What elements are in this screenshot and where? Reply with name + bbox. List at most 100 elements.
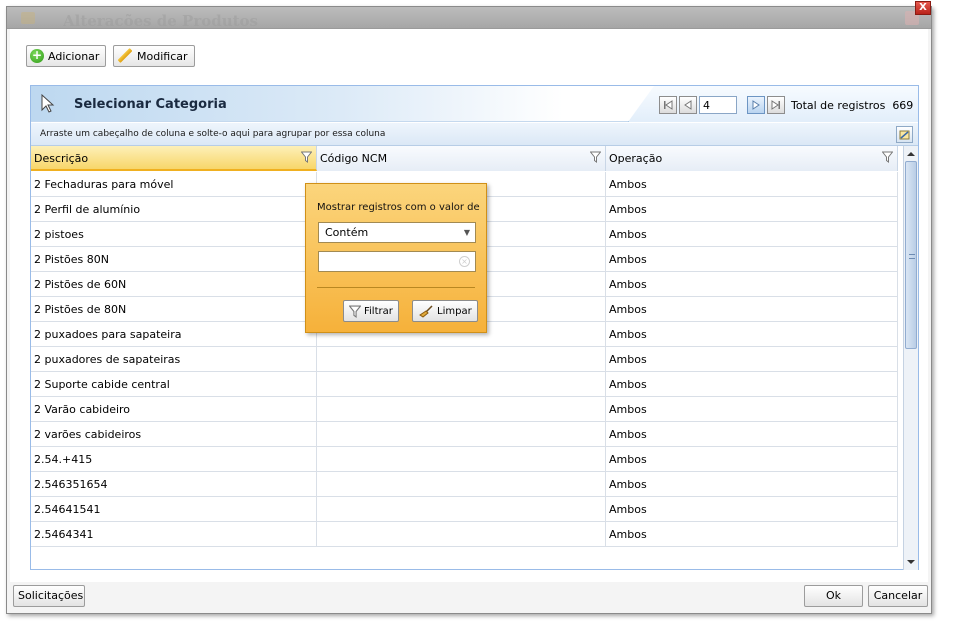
grid-header: Descrição Código NCM Operação — [31, 146, 898, 171]
total-records-value: 669 — [892, 99, 914, 112]
scroll-down-icon[interactable] — [906, 557, 916, 567]
table-row[interactable]: 2.5464341 Ambos — [31, 522, 898, 547]
cell-descricao: 2.54641541 — [31, 497, 317, 522]
column-header-descricao-label: Descrição — [34, 152, 89, 165]
filter-value-input[interactable] — [318, 251, 476, 272]
prev-page-icon — [684, 100, 692, 110]
cell-ncm — [317, 522, 606, 547]
panel-title: Selecionar Categoria — [74, 97, 227, 112]
edit-button-label: Modificar — [137, 49, 188, 63]
column-header-operacao[interactable]: Operação — [606, 146, 898, 171]
clear-input-icon[interactable]: × — [459, 256, 470, 267]
filter-icon[interactable] — [882, 151, 893, 163]
table-row[interactable]: 2.54.+415 Ambos — [31, 447, 898, 472]
cell-operacao: Ambos — [606, 422, 898, 447]
cell-descricao: 2.5464341 — [31, 522, 317, 547]
last-page-button[interactable] — [767, 96, 785, 114]
title-bar[interactable]: Alterações de Produtos — [7, 7, 931, 29]
scrollbar-grip-icon — [909, 254, 915, 259]
filter-icon — [349, 305, 361, 318]
clear-button-label: Limpar — [437, 305, 472, 317]
cell-descricao: 2 puxadoes para sapateira — [31, 322, 317, 347]
scrollbar-thumb[interactable] — [905, 161, 917, 349]
first-page-button[interactable] — [659, 96, 677, 114]
filter-popup: Mostrar registros com o valor de Contém … — [305, 183, 487, 333]
close-button[interactable]: X — [915, 1, 931, 15]
filter-button[interactable]: Filtrar — [343, 300, 399, 322]
clear-button[interactable]: Limpar — [412, 300, 478, 322]
cell-descricao: 2 Pistões de 80N — [31, 297, 317, 322]
app-icon — [21, 12, 35, 24]
table-row[interactable]: 2 puxadores de sapateiras Ambos — [31, 347, 898, 372]
cell-operacao: Ambos — [606, 247, 898, 272]
pencil-icon — [117, 48, 133, 64]
cell-ncm — [317, 447, 606, 472]
cell-operacao: Ambos — [606, 372, 898, 397]
filter-icon[interactable] — [301, 151, 312, 163]
next-page-icon — [752, 100, 760, 110]
chevron-down-icon: ▼ — [463, 228, 470, 237]
add-button[interactable]: + Adicionar — [26, 45, 107, 67]
cell-descricao: 2 Pistões 80N — [31, 247, 317, 272]
column-header-ncm-label: Código NCM — [320, 152, 388, 165]
cell-operacao: Ambos — [606, 322, 898, 347]
edit-button[interactable]: Modificar — [113, 45, 195, 67]
cell-descricao: 2 puxadores de sapateiras — [31, 347, 317, 372]
group-by-hint: Arraste um cabeçalho de coluna e solte-o… — [40, 129, 386, 139]
vertical-scrollbar[interactable] — [903, 146, 918, 570]
filter-popup-title: Mostrar registros com o valor de — [317, 202, 480, 213]
cell-descricao: 2 Varão cabideiro — [31, 397, 317, 422]
panel-header: Selecionar Categoria 4 Total de registro… — [31, 86, 918, 122]
cell-descricao: 2.546351654 — [31, 472, 317, 497]
total-records: Total de registros 669 — [791, 99, 913, 112]
cell-ncm — [317, 472, 606, 497]
cell-operacao: Ambos — [606, 497, 898, 522]
cell-operacao: Ambos — [606, 197, 898, 222]
add-button-label: Adicionar — [48, 49, 100, 63]
cell-operacao: Ambos — [606, 297, 898, 322]
cell-descricao: 2.54.+415 — [31, 447, 317, 472]
filter-icon[interactable] — [590, 151, 601, 163]
cell-operacao: Ambos — [606, 222, 898, 247]
broom-icon — [419, 304, 433, 318]
cell-ncm — [317, 372, 606, 397]
column-header-ncm[interactable]: Código NCM — [317, 146, 606, 171]
column-header-descricao[interactable]: Descrição — [31, 146, 317, 171]
popup-divider — [317, 287, 475, 288]
cell-descricao: 2 Pistões de 60N — [31, 272, 317, 297]
cell-descricao: 2 Suporte cabide central — [31, 372, 317, 397]
add-icon: + — [30, 48, 44, 63]
scroll-up-icon[interactable] — [906, 149, 916, 159]
table-row[interactable]: 2 Varão cabideiro Ambos — [31, 397, 898, 422]
column-chooser-icon[interactable] — [896, 126, 913, 143]
table-row[interactable]: 2 Suporte cabide central Ambos — [31, 372, 898, 397]
filter-operator-value: Contém — [325, 226, 369, 239]
last-page-icon — [771, 100, 780, 110]
total-records-label: Total de registros — [791, 99, 886, 112]
next-page-button[interactable] — [747, 96, 765, 114]
group-by-bar[interactable]: Arraste um cabeçalho de coluna e solte-o… — [31, 123, 918, 146]
cell-operacao: Ambos — [606, 347, 898, 372]
cell-operacao: Ambos — [606, 447, 898, 472]
cell-operacao: Ambos — [606, 272, 898, 297]
ok-button[interactable]: Ok — [804, 585, 863, 607]
cell-ncm — [317, 497, 606, 522]
requests-button[interactable]: Solicitações — [13, 585, 85, 607]
cell-operacao: Ambos — [606, 397, 898, 422]
cancel-button[interactable]: Cancelar — [868, 585, 928, 607]
pager: Total de registros 669 — [628, 86, 918, 122]
cursor-icon — [41, 94, 55, 113]
filter-operator-select[interactable]: Contém ▼ — [318, 222, 476, 243]
page-number-input[interactable] — [699, 96, 737, 114]
table-row[interactable]: 2.54641541 Ambos — [31, 497, 898, 522]
cell-descricao: 2 varões cabideiros — [31, 422, 317, 447]
prev-page-button[interactable] — [679, 96, 697, 114]
cell-ncm — [317, 422, 606, 447]
cell-ncm — [317, 347, 606, 372]
cell-descricao: 2 Perfil de alumínio — [31, 197, 317, 222]
table-row[interactable]: 2.546351654 Ambos — [31, 472, 898, 497]
cell-operacao: Ambos — [606, 522, 898, 547]
cell-operacao: Ambos — [606, 472, 898, 497]
table-row[interactable]: 2 varões cabideiros Ambos — [31, 422, 898, 447]
filter-button-label: Filtrar — [364, 305, 393, 317]
